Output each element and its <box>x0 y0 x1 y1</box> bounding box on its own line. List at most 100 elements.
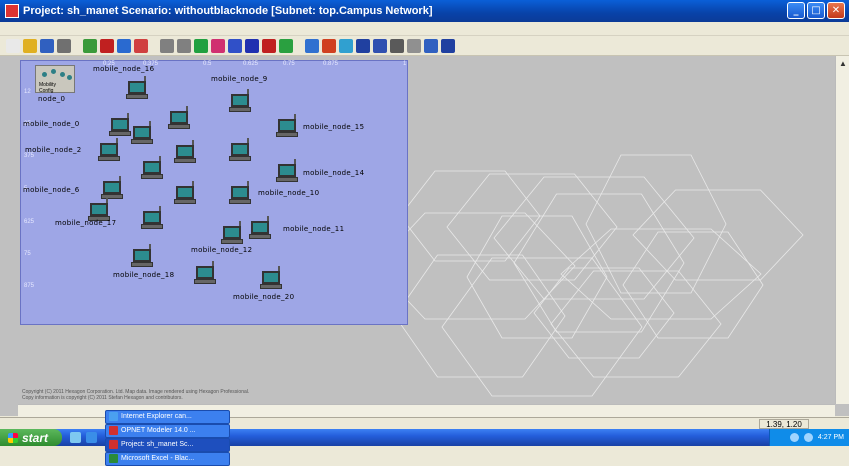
mobile-node-label: mobile_node_16 <box>93 65 155 73</box>
windows-taskbar: start Internet Explorer can... OPNET Mode… <box>0 409 849 466</box>
trajectory-path <box>446 173 618 281</box>
zoom-out-icon[interactable] <box>177 38 191 53</box>
recover-node-icon[interactable] <box>134 38 148 53</box>
object-palette-icon[interactable] <box>83 38 97 53</box>
quick-launch <box>70 432 98 443</box>
laptop-icon[interactable] <box>131 244 153 269</box>
scroll-up-icon[interactable]: ▲ <box>836 56 849 70</box>
show-desktop-icon[interactable] <box>70 432 82 443</box>
clock: 4:27 PM <box>817 434 844 441</box>
laptop-icon[interactable] <box>276 114 298 139</box>
laptop-icon[interactable] <box>141 156 163 181</box>
open-icon[interactable] <box>23 38 37 53</box>
laptop-icon[interactable] <box>174 140 196 165</box>
check-links-icon[interactable] <box>100 38 114 53</box>
close-button[interactable]: ✕ <box>827 2 845 19</box>
laptop-icon[interactable] <box>249 216 271 241</box>
zoom-in-icon[interactable] <box>160 38 174 53</box>
minimize-button[interactable]: _ <box>787 2 805 19</box>
task-app-icon <box>109 412 119 421</box>
save-icon[interactable] <box>40 38 54 53</box>
trajectory-path <box>441 257 643 397</box>
task-app-icon <box>109 426 119 435</box>
mobile-node-label: mobile_node_6 <box>23 186 80 194</box>
laptop-icon[interactable] <box>229 138 251 163</box>
mobile-node-label: mobile_node_20 <box>233 293 295 301</box>
toolbar-separator <box>74 39 80 53</box>
laptop-icon[interactable] <box>126 76 148 101</box>
flow-analysis-icon[interactable] <box>356 38 370 53</box>
windows-flag-icon <box>8 432 18 443</box>
fail-node-icon[interactable] <box>117 38 131 53</box>
grid-icon[interactable] <box>441 38 455 53</box>
menu-bar[interactable] <box>0 22 849 36</box>
window-title: Project: sh_manet Scenario: withoutblack… <box>23 5 433 17</box>
ruler-tick: 625 <box>24 219 35 225</box>
animation-icon[interactable] <box>339 38 353 53</box>
mobility-icon <box>51 69 56 74</box>
laptop-icon[interactable] <box>101 176 123 201</box>
mobility-icon <box>60 72 65 77</box>
laptop-icon[interactable] <box>229 181 251 206</box>
laptop-icon[interactable] <box>98 138 120 163</box>
mobile-node-label: mobile_node_2 <box>25 146 82 154</box>
laptop-icon[interactable] <box>276 159 298 184</box>
system-tray: 4:27 PM <box>769 429 849 446</box>
taskbar-task[interactable]: OPNET Modeler 14.0 ... <box>105 423 231 438</box>
hide-graphs-icon[interactable] <box>279 38 293 53</box>
web-report-icon[interactable] <box>305 38 319 53</box>
campus-network-subnet[interactable]: 0.25 0.375 0.5 0.625 0.75 0.875 1 12 25 375 5 625 75… <box>20 60 408 325</box>
ie-quicklaunch-icon[interactable] <box>86 432 98 443</box>
ruler-tick: 0.5 <box>203 61 212 67</box>
task-label: OPNET Modeler 14.0 ... <box>121 427 196 434</box>
title-bar: Project: sh_manet Scenario: withoutblack… <box>0 0 849 22</box>
favorite-icon[interactable] <box>322 38 336 53</box>
ruler-tick: 12 <box>24 89 31 95</box>
mobile-node-label: mobile_node_12 <box>191 246 253 254</box>
laptop-icon[interactable] <box>131 121 153 146</box>
vertical-scrollbar[interactable]: ▲ <box>835 56 849 404</box>
laptop-icon[interactable] <box>109 113 131 138</box>
mobile-node-label: mobile_node_11 <box>283 225 345 233</box>
laptop-icon[interactable] <box>168 106 190 131</box>
new-icon[interactable] <box>6 38 20 53</box>
ruler-tick: 0.75 <box>283 61 295 67</box>
laptop-icon[interactable] <box>260 266 282 291</box>
laptop-icon[interactable] <box>221 221 243 246</box>
maximize-button[interactable]: □ <box>807 2 825 19</box>
configure-discrete-event-icon[interactable] <box>245 38 259 53</box>
toolbar-separator <box>296 39 302 53</box>
taskbar-task[interactable]: Microsoft Excel - Blac... <box>105 451 231 466</box>
window-controls: _ □ ✕ <box>787 2 845 19</box>
mobility-config-node[interactable]: Mobility Config <box>35 65 75 94</box>
trajectory-path <box>622 231 764 339</box>
task-label: Internet Explorer can... <box>121 413 192 420</box>
laptop-icon[interactable] <box>141 206 163 231</box>
opnet-app-icon <box>5 4 19 18</box>
table-icon[interactable] <box>424 38 438 53</box>
network-icon[interactable] <box>789 433 799 442</box>
mobile-node-label: mobile_node_14 <box>303 169 365 177</box>
laptop-icon[interactable] <box>229 89 251 114</box>
volume-icon[interactable] <box>803 433 813 442</box>
configure-link-icon[interactable] <box>194 38 208 53</box>
task-label: Project: sh_manet Sc... <box>121 441 194 448</box>
taskbar-task[interactable]: Internet Explorer can... <box>105 409 231 424</box>
configure-node-icon[interactable] <box>211 38 225 53</box>
topology-icon[interactable] <box>373 38 387 53</box>
print-icon[interactable] <box>57 38 71 53</box>
task-app-icon <box>109 440 119 449</box>
laptop-icon[interactable] <box>194 261 216 286</box>
cell-icon[interactable] <box>407 38 421 53</box>
start-button[interactable]: start <box>0 429 63 446</box>
ruler-tick: 0.625 <box>243 61 259 67</box>
trajectory-path <box>394 254 566 378</box>
ruler-tick: 0.875 <box>323 61 339 67</box>
report-icon[interactable] <box>390 38 404 53</box>
cursor-coordinates: 1.39, 1.20 <box>759 419 809 429</box>
view-results-icon[interactable] <box>262 38 276 53</box>
taskbar-task[interactable]: Project: sh_manet Sc... <box>105 437 231 452</box>
toolbar-separator <box>151 39 157 53</box>
configure-traffic-icon[interactable] <box>228 38 242 53</box>
laptop-icon[interactable] <box>174 181 196 206</box>
